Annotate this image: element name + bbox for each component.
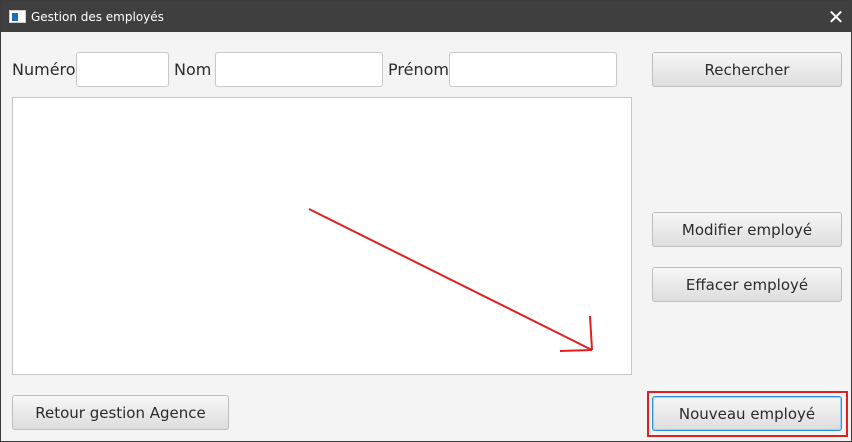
employee-list[interactable] xyxy=(12,97,632,375)
prenom-field[interactable] xyxy=(449,52,617,87)
effacer-employe-button[interactable]: Effacer employé xyxy=(652,267,842,302)
title-bar: Gestion des employés ✕ xyxy=(1,1,851,32)
app-window: Gestion des employés ✕ Numéro Nom Prénom… xyxy=(0,0,852,442)
rechercher-button[interactable]: Rechercher xyxy=(652,52,842,87)
prenom-label: Prénom xyxy=(388,60,449,79)
nom-field[interactable] xyxy=(215,52,383,87)
retour-gestion-agence-button[interactable]: Retour gestion Agence xyxy=(12,395,229,430)
nouveau-employe-button[interactable]: Nouveau employé xyxy=(652,396,842,431)
close-icon[interactable]: ✕ xyxy=(821,3,851,30)
window-title: Gestion des employés xyxy=(31,10,164,24)
modifier-employe-button[interactable]: Modifier employé xyxy=(652,212,842,247)
app-icon xyxy=(9,10,26,23)
nom-label: Nom xyxy=(174,60,212,79)
numero-label: Numéro xyxy=(12,60,76,79)
numero-field[interactable] xyxy=(76,52,169,87)
